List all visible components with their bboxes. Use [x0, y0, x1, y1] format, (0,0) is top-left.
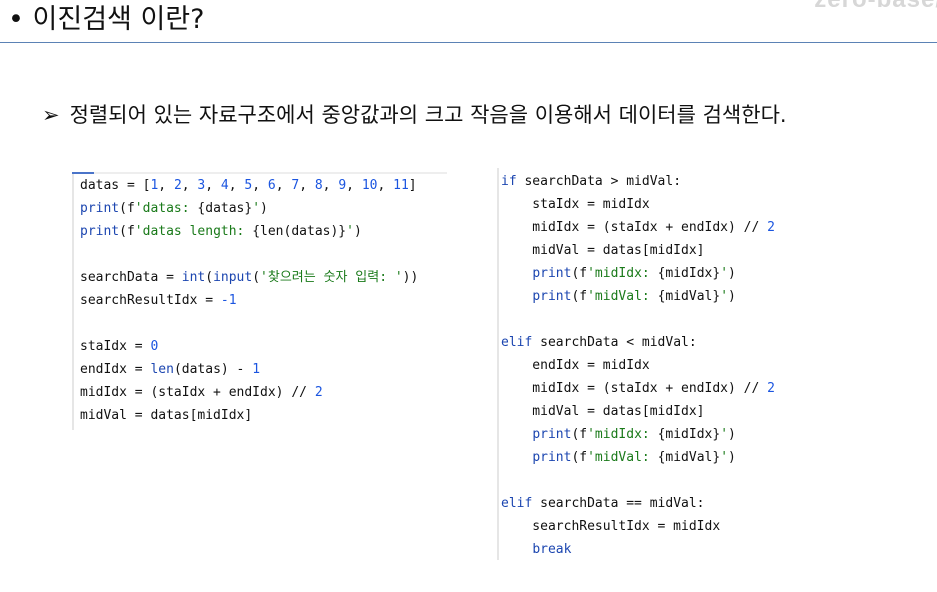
code-block-right: if searchData > midVal: staIdx = midIdx …	[501, 170, 775, 561]
code-right-line	[501, 308, 775, 331]
code-right-line: midVal = datas[midIdx]	[501, 243, 705, 258]
code-left-line: datas = [1, 2, 3, 4, 5, 6, 7, 8, 9, 10, …	[80, 178, 417, 193]
code-left-line: midIdx = (staIdx + endIdx) // 2	[80, 385, 323, 400]
code-left-line: searchData = int(input('찾으려는 숫자 입력: '))	[80, 270, 419, 285]
code-right-line: break	[532, 542, 572, 557]
title-divider	[0, 42, 937, 43]
code-block-left: datas = [1, 2, 3, 4, 5, 6, 7, 8, 9, 10, …	[80, 174, 418, 427]
code-right-line: midIdx = (staIdx + endIdx) // 2	[501, 220, 775, 235]
code-left-line: searchResultIdx = -1	[80, 293, 237, 308]
code-left-line	[80, 312, 418, 335]
code-right-line: print(f'midVal: {midVal}')	[532, 450, 736, 465]
subtitle-text: 정렬되어 있는 자료구조에서 중앙값과의 크고 작음을 이용해서 데이터를 검색…	[69, 103, 787, 127]
code-left-line: print(f'datas: {datas}')	[80, 201, 268, 216]
subtitle: ➢ 정렬되어 있는 자료구조에서 중앙값과의 크고 작음을 이용해서 데이터를 검…	[42, 100, 787, 130]
code-left-line	[80, 243, 418, 266]
zero-base-watermark: zero-base/	[814, 0, 937, 14]
code-right-line: searchResultIdx = midIdx	[501, 519, 721, 534]
code-left-line: staIdx = 0	[80, 339, 159, 354]
code-right-line: print(f'midIdx: {midIdx}')	[532, 266, 736, 281]
arrow-bullet-icon: ➢	[42, 103, 60, 127]
code-right-line: midIdx = (staIdx + endIdx) // 2	[501, 381, 775, 396]
code-left-line: endIdx = len(datas) - 1	[80, 362, 261, 377]
code-right-line: elif searchData == midVal:	[501, 496, 705, 511]
code-right-line: endIdx = midIdx	[501, 358, 650, 373]
code-right-line: elif searchData < midVal:	[501, 335, 697, 350]
code-right-line: staIdx = midIdx	[501, 197, 650, 212]
code-left-line: print(f'datas length: {len(datas)}')	[80, 224, 362, 239]
code-right-line	[501, 469, 775, 492]
code-right-line: print(f'midVal: {midVal}')	[532, 289, 736, 304]
code-right-line: midVal = datas[midIdx]	[501, 404, 705, 419]
code-left-line: midVal = datas[midIdx]	[80, 408, 253, 423]
page-title: • 이진검색 이란?	[8, 4, 205, 35]
code-right-line: print(f'midIdx: {midIdx}')	[532, 427, 736, 442]
code-right-line: if searchData > midVal:	[501, 174, 682, 189]
